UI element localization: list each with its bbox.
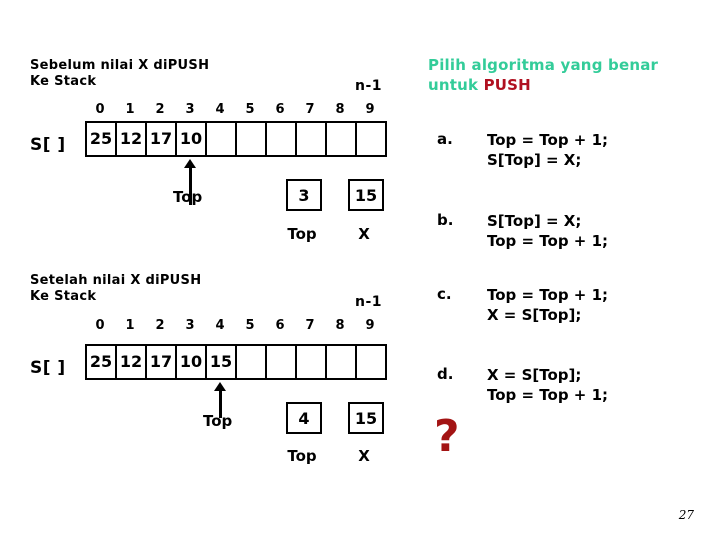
after-n-label: n-1 bbox=[355, 294, 383, 310]
after-cell-4: 15 bbox=[207, 346, 237, 378]
after-array-label: S[ ] bbox=[30, 358, 66, 378]
option-a-line2[interactable]: S[Top] = X; bbox=[487, 150, 581, 170]
before-index-8: 8 bbox=[335, 102, 345, 117]
before-cell-0: 25 bbox=[87, 123, 117, 155]
before-title-line1: Sebelum nilai X diPUSH bbox=[30, 58, 210, 73]
before-n-label: n-1 bbox=[355, 78, 383, 94]
option-a-letter[interactable]: a. bbox=[437, 130, 453, 148]
after-index-4: 4 bbox=[215, 318, 225, 333]
before-index-0: 0 bbox=[95, 102, 105, 117]
after-cell-3: 10 bbox=[177, 346, 207, 378]
question-heading-highlight: PUSH bbox=[483, 76, 531, 94]
after-x-value-caption: X bbox=[358, 447, 370, 465]
option-d-line2[interactable]: Top = Top + 1; bbox=[487, 385, 608, 405]
after-index-8: 8 bbox=[335, 318, 345, 333]
option-b-line2[interactable]: Top = Top + 1; bbox=[487, 231, 608, 251]
slide-canvas: Sebelum nilai X diPUSH Ke Stack n-1 0 1 … bbox=[0, 0, 720, 540]
before-cell-8 bbox=[327, 123, 357, 155]
before-top-pointer-label: Top bbox=[173, 188, 203, 206]
page-number: 27 bbox=[678, 508, 694, 522]
option-c-letter[interactable]: c. bbox=[437, 285, 452, 303]
after-index-row: 0 1 2 3 4 5 6 7 8 9 bbox=[85, 318, 385, 333]
option-c-line2[interactable]: X = S[Top]; bbox=[487, 305, 581, 325]
before-cell-7 bbox=[297, 123, 327, 155]
after-cell-5 bbox=[237, 346, 267, 378]
before-cell-5 bbox=[237, 123, 267, 155]
before-cell-9 bbox=[357, 123, 385, 155]
after-cell-0: 25 bbox=[87, 346, 117, 378]
before-x-value-box: 15 bbox=[348, 179, 384, 211]
after-index-7: 7 bbox=[305, 318, 315, 333]
after-index-0: 0 bbox=[95, 318, 105, 333]
after-stack-array: 25 12 17 10 15 bbox=[85, 344, 387, 380]
after-cell-8 bbox=[327, 346, 357, 378]
after-index-3: 3 bbox=[185, 318, 195, 333]
after-top-value-box: 4 bbox=[286, 402, 322, 434]
after-top-pointer-label: Top bbox=[203, 412, 233, 430]
after-title-line2: Ke Stack bbox=[30, 289, 97, 304]
after-index-6: 6 bbox=[275, 318, 285, 333]
before-index-9: 9 bbox=[365, 102, 375, 117]
after-cell-1: 12 bbox=[117, 346, 147, 378]
before-cell-1: 12 bbox=[117, 123, 147, 155]
after-cell-2: 17 bbox=[147, 346, 177, 378]
after-cell-6 bbox=[267, 346, 297, 378]
option-d-letter[interactable]: d. bbox=[437, 365, 453, 383]
before-index-row: 0 1 2 3 4 5 6 7 8 9 bbox=[85, 102, 385, 117]
before-array-label: S[ ] bbox=[30, 135, 66, 155]
before-title-line2: Ke Stack bbox=[30, 74, 97, 89]
before-cell-2: 17 bbox=[147, 123, 177, 155]
before-index-1: 1 bbox=[125, 102, 135, 117]
after-index-1: 1 bbox=[125, 318, 135, 333]
before-x-value-caption: X bbox=[358, 225, 370, 243]
after-cell-7 bbox=[297, 346, 327, 378]
option-a-line1[interactable]: Top = Top + 1; bbox=[487, 130, 608, 150]
before-cell-3: 10 bbox=[177, 123, 207, 155]
question-heading-line2: untuk bbox=[428, 76, 484, 94]
after-x-value-box: 15 bbox=[348, 402, 384, 434]
before-index-6: 6 bbox=[275, 102, 285, 117]
before-cell-6 bbox=[267, 123, 297, 155]
after-cell-9 bbox=[357, 346, 385, 378]
after-top-value-caption: Top bbox=[287, 447, 317, 465]
before-stack-array: 25 12 17 10 bbox=[85, 121, 387, 157]
after-index-2: 2 bbox=[155, 318, 165, 333]
before-index-2: 2 bbox=[155, 102, 165, 117]
after-index-5: 5 bbox=[245, 318, 255, 333]
before-top-value-caption: Top bbox=[287, 225, 317, 243]
before-index-5: 5 bbox=[245, 102, 255, 117]
option-d-line1[interactable]: X = S[Top]; bbox=[487, 365, 581, 385]
option-c-line1[interactable]: Top = Top + 1; bbox=[487, 285, 608, 305]
before-index-3: 3 bbox=[185, 102, 195, 117]
after-title-line1: Setelah nilai X diPUSH bbox=[30, 273, 202, 288]
option-b-line1[interactable]: S[Top] = X; bbox=[487, 211, 581, 231]
before-top-value-box: 3 bbox=[286, 179, 322, 211]
before-index-4: 4 bbox=[215, 102, 225, 117]
question-heading: Pilih algoritma yang benar untuk PUSH bbox=[428, 55, 718, 95]
before-index-7: 7 bbox=[305, 102, 315, 117]
after-index-9: 9 bbox=[365, 318, 375, 333]
before-cell-4 bbox=[207, 123, 237, 155]
question-heading-line1: Pilih algoritma yang benar bbox=[428, 56, 659, 74]
question-mark-icon: ? bbox=[434, 411, 460, 462]
option-b-letter[interactable]: b. bbox=[437, 211, 453, 229]
